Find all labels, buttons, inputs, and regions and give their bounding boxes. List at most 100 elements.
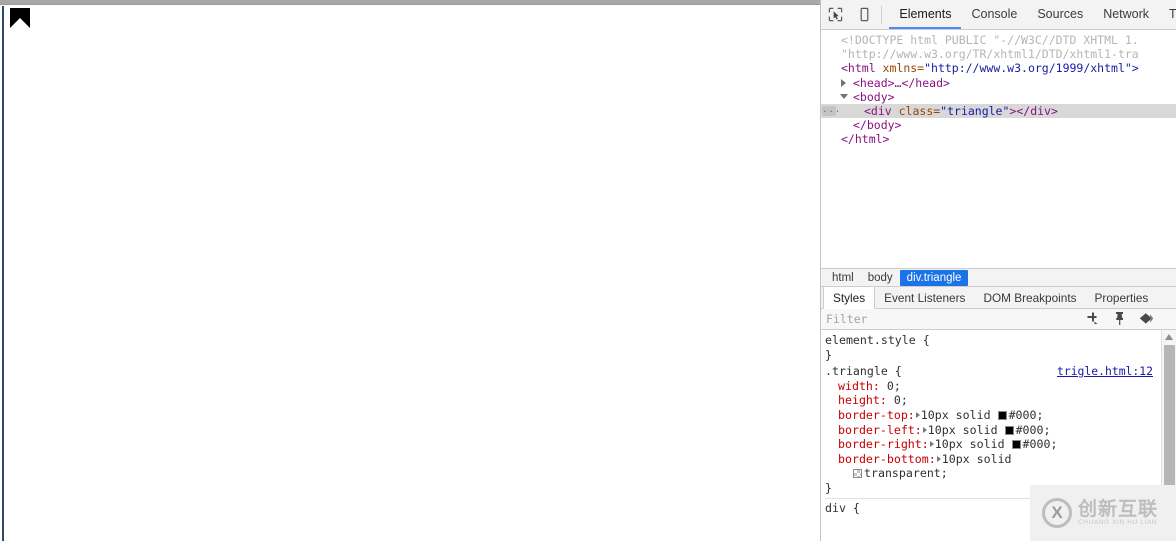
- dom-line-doctype-1[interactable]: <!DOCTYPE html PUBLIC "-//W3C//DTD XHTML…: [821, 33, 1176, 47]
- rule-element-style[interactable]: element.style { }: [825, 333, 1176, 362]
- css-property-value-width[interactable]: 0;: [887, 379, 901, 393]
- pin-icon[interactable]: [1113, 311, 1126, 328]
- devtools-tab-strip: Elements Console Sources Network Ti: [889, 0, 1176, 29]
- css-color-text-border-bottom[interactable]: transparent;: [864, 466, 948, 480]
- dom-line-body-open[interactable]: <body>: [821, 90, 1176, 104]
- breadcrumb-item-html[interactable]: html: [825, 270, 861, 286]
- css-property-value-border-left[interactable]: 10px solid: [928, 423, 998, 437]
- rule-close-element-style: }: [825, 347, 832, 362]
- css-property-name-border-right: border-right:: [838, 437, 929, 452]
- dom-line-html-open[interactable]: <html xmlns="http://www.w3.org/1999/xhtm…: [821, 61, 1176, 75]
- dom-tree[interactable]: <!DOCTYPE html PUBLIC "-//W3C//DTD XHTML…: [821, 30, 1176, 268]
- dom-line-doctype-2[interactable]: "http://www.w3.org/TR/xhtml1/DTD/xhtml1-…: [821, 47, 1176, 61]
- expand-arrow-icon[interactable]: [922, 426, 927, 433]
- color-swatch-black[interactable]: [1011, 440, 1021, 450]
- tab-network[interactable]: Network: [1093, 0, 1159, 29]
- expand-arrow-icon[interactable]: [936, 455, 941, 462]
- styles-filter-bar: [821, 308, 1176, 330]
- css-property-border-top[interactable]: border-top: 10px solid #000;: [825, 408, 1176, 423]
- html-attr-xmlns: xmlns=: [882, 61, 925, 76]
- expand-arrow-icon[interactable]: [915, 411, 920, 418]
- filter-input[interactable]: [821, 308, 1068, 330]
- app-root: Elements Console Sources Network Ti <!DO…: [0, 0, 1176, 541]
- tab-styles[interactable]: Styles: [823, 287, 876, 309]
- rule-selector-triangle-text: .triangle {: [825, 364, 902, 379]
- tab-elements[interactable]: Elements: [889, 0, 962, 29]
- toolbar-separator: [881, 5, 883, 24]
- color-swatch-black[interactable]: [997, 410, 1007, 420]
- div-attr-value: "triangle": [940, 103, 1010, 118]
- twisty-collapsed-icon[interactable]: [841, 78, 846, 87]
- breadcrumb-item-div-triangle[interactable]: div.triangle: [899, 269, 969, 286]
- rule-close-triangle: }: [825, 480, 832, 495]
- dom-line-html-close[interactable]: </html>: [821, 132, 1176, 146]
- css-property-name-width: width:: [838, 378, 880, 393]
- rule-selector-element-style[interactable]: element.style {: [825, 333, 1176, 348]
- twisty-expanded-icon[interactable]: [840, 93, 848, 103]
- css-property-value-border-bottom[interactable]: 10px solid: [942, 452, 1012, 466]
- device-toolbar-glyph: [857, 7, 872, 22]
- rule-selector-triangle[interactable]: .triangle { trigle.html:12: [825, 364, 1176, 379]
- color-swatch-transparent[interactable]: [853, 469, 862, 479]
- triangle-element[interactable]: [10, 8, 30, 28]
- styles-pane[interactable]: element.style { } .triangle { trigle.htm…: [821, 330, 1176, 541]
- dom-line-body-close[interactable]: </body>: [821, 118, 1176, 132]
- css-property-height[interactable]: height: 0;: [825, 393, 1176, 408]
- css-property-border-bottom-continued[interactable]: transparent;: [825, 466, 1176, 481]
- rule-triangle[interactable]: .triangle { trigle.html:12 width: 0; hei…: [825, 364, 1176, 495]
- styles-sidebar-tabs: Styles Event Listeners DOM Breakpoints P…: [821, 287, 1176, 309]
- rule-selector-div[interactable]: div { user: [825, 498, 1176, 516]
- head-text: <head>…</head>: [853, 75, 950, 90]
- tab-event-listeners[interactable]: Event Listeners: [875, 287, 974, 308]
- css-property-border-left[interactable]: border-left: 10px solid #000;: [825, 423, 1176, 438]
- tab-timeline[interactable]: Ti: [1159, 0, 1176, 29]
- expand-arrow-icon[interactable]: [929, 441, 934, 448]
- page-viewport: [0, 0, 820, 541]
- html-close-text: </html>: [841, 132, 890, 147]
- dom-line-div-triangle[interactable]: ... <div class="triangle"></div>: [821, 103, 1176, 119]
- rule-source-link-triangle[interactable]: trigle.html:12: [1057, 364, 1153, 379]
- rule-div-user-agent[interactable]: div { user: [825, 497, 1176, 516]
- css-property-name-height: height:: [838, 393, 887, 408]
- doctype-text-1: <!DOCTYPE html PUBLIC "-//W3C//DTD XHTML…: [841, 33, 1139, 47]
- tab-sources[interactable]: Sources: [1027, 0, 1093, 29]
- rendered-page: [4, 6, 820, 541]
- tab-console[interactable]: Console: [961, 0, 1027, 29]
- scroll-up-arrow-icon[interactable]: [1165, 334, 1173, 340]
- div-tag-close: ></div>: [1009, 103, 1058, 118]
- devtools-panel: Elements Console Sources Network Ti <!DO…: [820, 0, 1176, 541]
- color-swatch-black[interactable]: [1004, 425, 1014, 435]
- breadcrumb: html body div.triangle: [821, 268, 1176, 287]
- css-property-name-border-top: border-top:: [838, 407, 915, 422]
- css-property-value-border-top[interactable]: 10px solid: [921, 408, 991, 422]
- tab-dom-breakpoints[interactable]: DOM Breakpoints: [974, 287, 1085, 308]
- css-property-width[interactable]: width: 0;: [825, 379, 1176, 394]
- css-color-text-border-left[interactable]: #000;: [1016, 423, 1051, 437]
- rule-source-user-agent: user: [1088, 498, 1116, 513]
- styles-scrollbar[interactable]: [1161, 330, 1176, 541]
- tab-properties[interactable]: Properties: [1086, 287, 1158, 308]
- inspect-cursor-icon[interactable]: [821, 0, 850, 29]
- dom-line-head[interactable]: <head>…</head>: [821, 76, 1176, 90]
- viewport-top-chrome: [0, 0, 820, 5]
- css-property-value-border-right[interactable]: 10px solid: [935, 437, 1005, 451]
- diamond-icon[interactable]: [1139, 312, 1154, 328]
- scrollbar-thumb[interactable]: [1164, 345, 1175, 500]
- breadcrumb-item-body[interactable]: body: [861, 270, 900, 286]
- css-color-text-border-top[interactable]: #000;: [1009, 408, 1044, 422]
- device-toolbar-icon[interactable]: [850, 0, 879, 29]
- inspect-cursor-glyph: [828, 7, 843, 22]
- rule-selector-div-text: div {: [825, 500, 860, 515]
- html-attr-value: "http://www.w3.org/1999/xhtml">: [924, 61, 1139, 76]
- body-open-text: <body>: [853, 89, 895, 104]
- scroll-into-view-badge[interactable]: ...: [822, 105, 840, 116]
- css-property-border-right[interactable]: border-right: 10px solid #000;: [825, 437, 1176, 452]
- css-property-value-height[interactable]: 0;: [894, 393, 908, 407]
- css-color-text-border-right[interactable]: #000;: [1023, 437, 1058, 451]
- html-tag: <html: [841, 61, 883, 76]
- plus-icon[interactable]: [1086, 311, 1100, 328]
- div-tag-open: <div: [864, 103, 899, 118]
- devtools-toolbar: Elements Console Sources Network Ti: [821, 0, 1176, 30]
- css-property-border-bottom[interactable]: border-bottom: 10px solid: [825, 452, 1176, 467]
- css-property-name-border-bottom: border-bottom:: [838, 451, 936, 466]
